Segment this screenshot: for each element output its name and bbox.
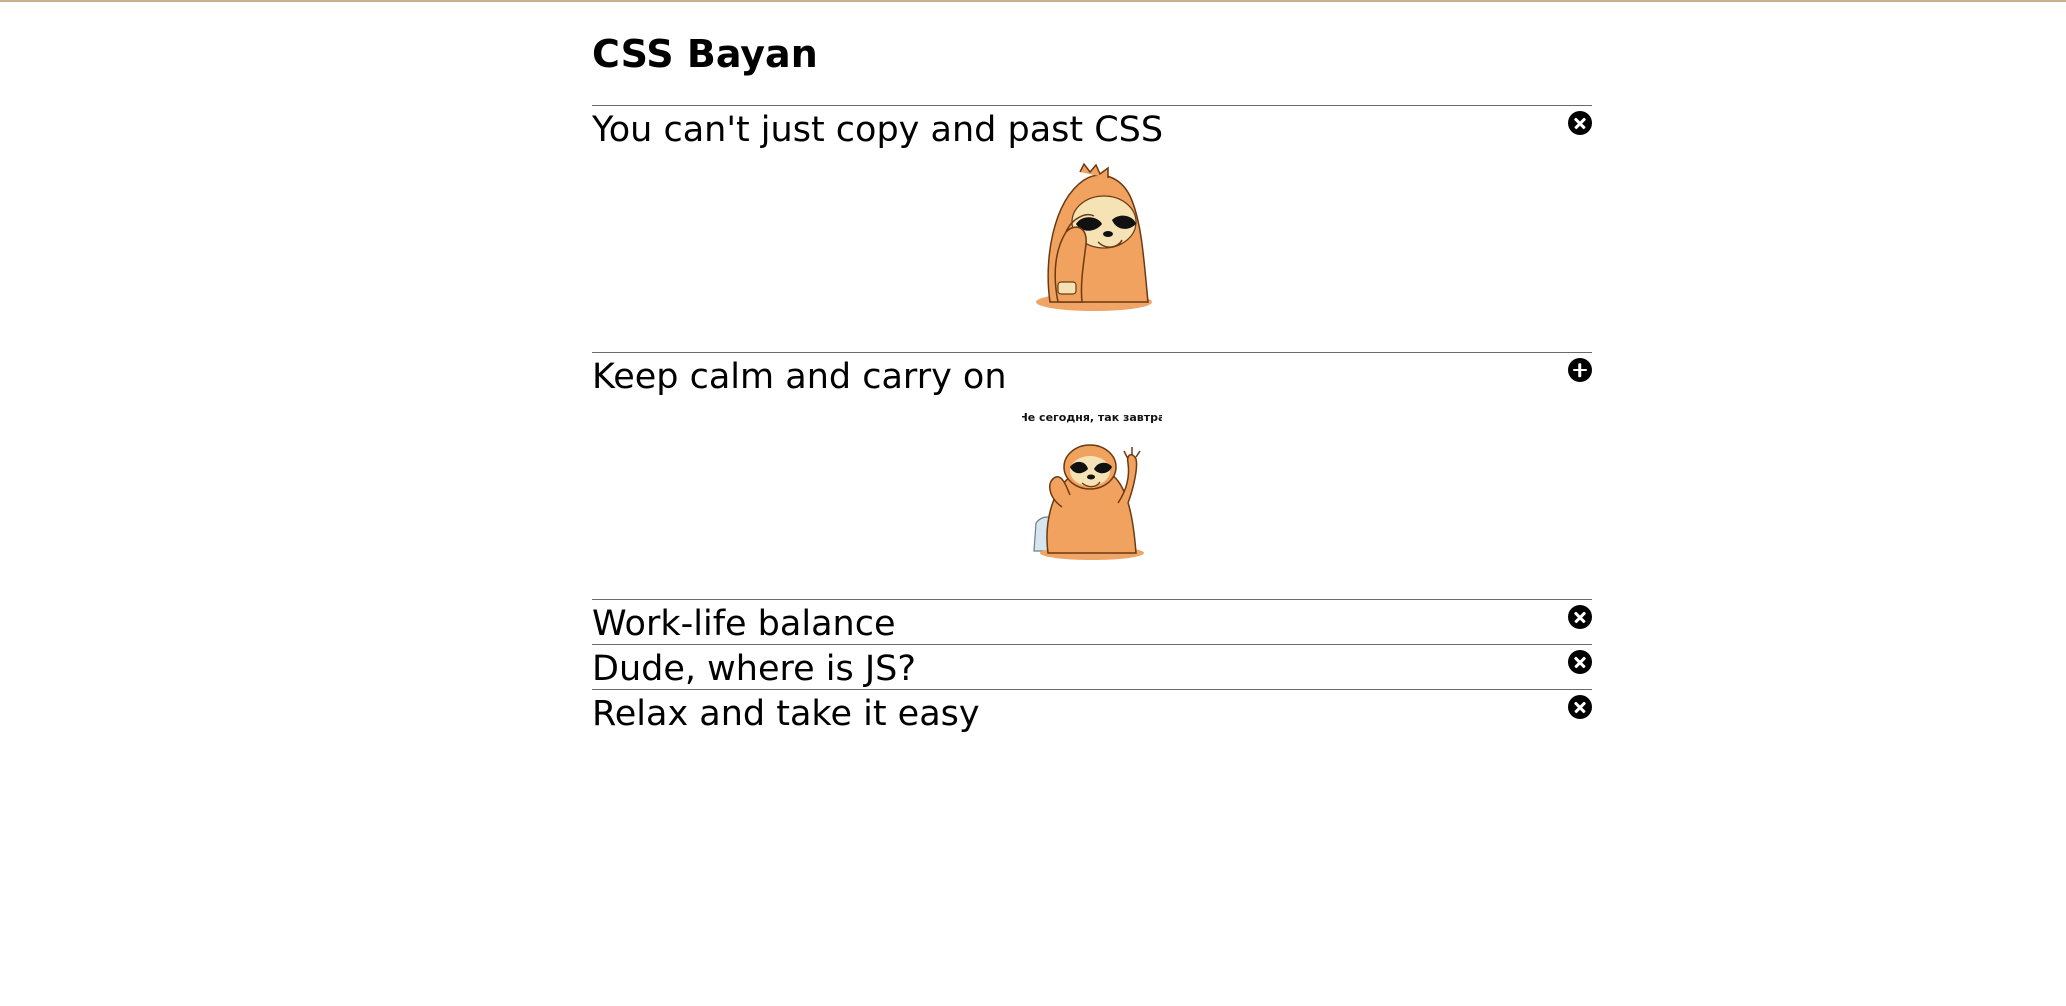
accordion-item: Relax and take it easy (592, 689, 1592, 734)
accordion-item: Dude, where is JS? (592, 644, 1592, 689)
accordion-item-title: Dude, where is JS? (592, 649, 916, 689)
accordion-item-title: Relax and take it easy (592, 694, 980, 734)
accordion-item: Work-life balance (592, 599, 1592, 644)
close-icon[interactable] (1568, 111, 1592, 135)
accordion-header[interactable]: Relax and take it easy (592, 690, 1592, 734)
accordion-panel (592, 150, 1592, 352)
accordion-header[interactable]: Dude, where is JS? (592, 645, 1592, 689)
accordion-header[interactable]: Work-life balance (592, 600, 1592, 644)
accordion: You can't just copy and past CSS Keep ca… (592, 105, 1592, 734)
accordion-item-title: Keep calm and carry on (592, 357, 1007, 397)
sloth-facepalm-sticker (1036, 162, 1152, 311)
close-icon[interactable] (1568, 650, 1592, 674)
accordion-item: You can't just copy and past CSS (592, 105, 1592, 352)
accordion-item-title: Work-life balance (592, 604, 896, 644)
accordion-header[interactable]: You can't just copy and past CSS (592, 106, 1592, 150)
top-accent-bar (0, 0, 2066, 2)
page-title: CSS Bayan (592, 32, 818, 76)
accordion-panel: Не сегодня, так завтра (592, 397, 1592, 599)
accordion-item-title: You can't just copy and past CSS (592, 110, 1164, 150)
close-icon[interactable] (1568, 695, 1592, 719)
sloth-caption: Не сегодня, так завтра (1022, 411, 1162, 424)
accordion-item: Keep calm and carry on Не сегодня, так з… (592, 352, 1592, 599)
plus-icon[interactable] (1568, 358, 1592, 382)
sloth-relax-sticker: Не сегодня, так завтра (1022, 411, 1162, 560)
close-icon[interactable] (1568, 605, 1592, 629)
accordion-header[interactable]: Keep calm and carry on (592, 353, 1592, 397)
